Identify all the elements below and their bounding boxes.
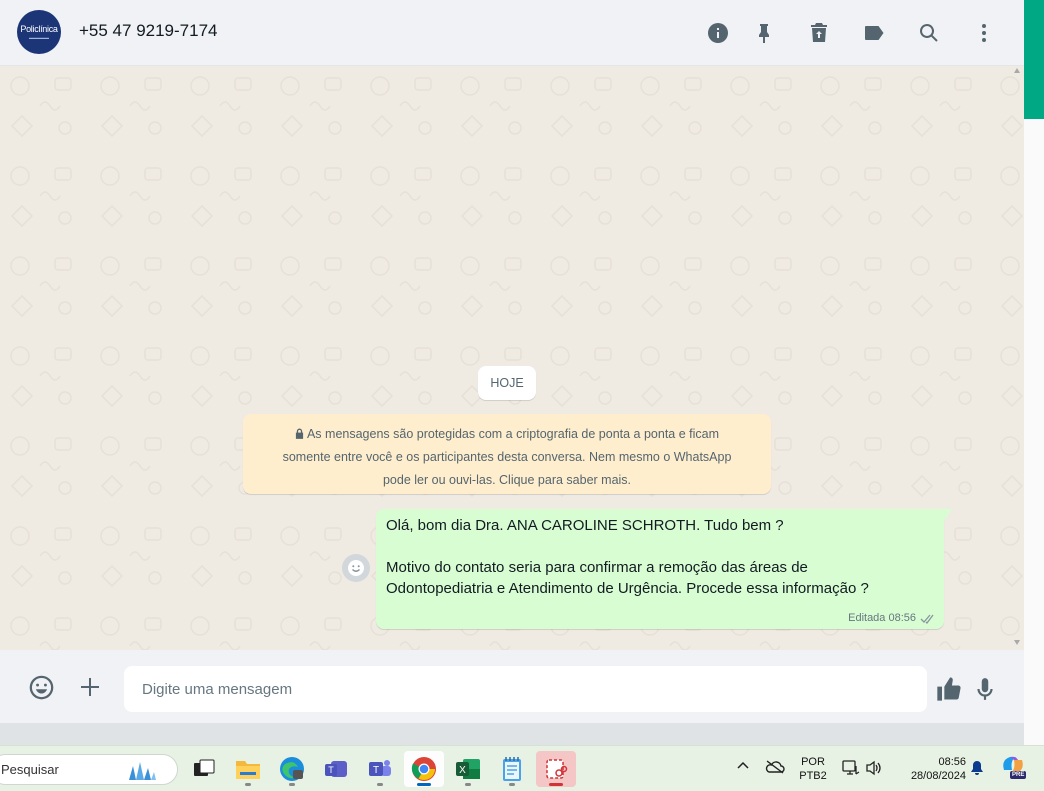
svg-text:T: T bbox=[373, 765, 379, 776]
onedrive-offline-icon[interactable] bbox=[765, 759, 785, 779]
message-text-line: Olá, bom dia Dra. ANA CAROLINE SCHROTH. … bbox=[386, 517, 784, 534]
teams-icon[interactable]: T bbox=[316, 751, 356, 787]
message-text-line: Motivo do contato seria para confirmar a… bbox=[386, 559, 808, 576]
thumbs-up-icon[interactable] bbox=[934, 675, 964, 703]
copilot-badge: PRE bbox=[1010, 771, 1027, 779]
encryption-notice-line: As mensagens são protegidas com a cripto… bbox=[257, 423, 757, 446]
contact-name[interactable]: +55 47 9219-7174 bbox=[79, 21, 218, 41]
delete-icon[interactable] bbox=[806, 20, 832, 46]
copilot-icon[interactable]: PRE bbox=[999, 754, 1027, 782]
excel-icon[interactable]: X bbox=[448, 751, 488, 787]
svg-text:T: T bbox=[328, 765, 334, 775]
scroll-down-arrow[interactable] bbox=[1014, 640, 1020, 645]
clock-time: 08:56 bbox=[938, 756, 966, 768]
clock-date: 28/08/2024 bbox=[910, 770, 966, 782]
svg-text:X: X bbox=[459, 765, 466, 776]
keyboard-layout: PTB2 bbox=[799, 770, 827, 782]
chrome-icon[interactable] bbox=[404, 751, 444, 787]
teams-classic-icon[interactable]: T bbox=[360, 751, 400, 787]
smiley-icon bbox=[348, 560, 364, 576]
menu-icon[interactable] bbox=[971, 20, 997, 46]
chat-window: Policlínica ▬▬▬▬▬ +55 47 9219-7174 HOJE … bbox=[0, 0, 1024, 723]
message-composer bbox=[0, 650, 1024, 723]
emoji-reaction-button[interactable] bbox=[342, 554, 370, 582]
notepad-icon[interactable] bbox=[492, 751, 532, 787]
plus-icon[interactable] bbox=[77, 674, 103, 700]
message-edited-time: Editada 08:56 bbox=[848, 612, 916, 624]
outgoing-message[interactable]: Olá, bom dia Dra. ANA CAROLINE SCHROTH. … bbox=[376, 509, 944, 629]
language-indicator[interactable]: POR PTB2 bbox=[796, 755, 830, 783]
chat-header: Policlínica ▬▬▬▬▬ +55 47 9219-7174 bbox=[0, 0, 1024, 66]
volume-icon[interactable] bbox=[865, 760, 883, 780]
double-check-icon bbox=[920, 614, 934, 624]
file-explorer-icon[interactable] bbox=[228, 751, 268, 787]
encryption-notice-line: somente entre você e os participantes de… bbox=[282, 450, 732, 464]
taskbar-search-placeholder: Pesquisar bbox=[1, 762, 59, 777]
search-icon[interactable] bbox=[916, 20, 942, 46]
taskbar-search[interactable]: Pesquisar bbox=[0, 754, 178, 785]
edge-icon[interactable] bbox=[272, 751, 312, 787]
lock-icon bbox=[295, 428, 304, 439]
task-view-icon[interactable] bbox=[184, 751, 224, 787]
pin-icon[interactable] bbox=[751, 20, 777, 46]
microphone-icon[interactable] bbox=[972, 675, 998, 703]
snipping-tool-icon[interactable] bbox=[536, 751, 576, 787]
encryption-notice-line: pode ler ou ouvi-las. Clique para saber … bbox=[382, 473, 632, 487]
notification-bell-icon[interactable] bbox=[969, 760, 985, 780]
message-input[interactable] bbox=[124, 666, 927, 712]
clock[interactable]: 08:56 28/08/2024 bbox=[896, 755, 966, 783]
language-code: POR bbox=[801, 756, 825, 768]
info-icon[interactable] bbox=[705, 20, 731, 46]
scroll-up-arrow[interactable] bbox=[1014, 68, 1020, 73]
search-highlight-icon bbox=[129, 762, 156, 780]
encryption-notice[interactable]: As mensagens são protegidas com a cripto… bbox=[243, 414, 771, 494]
label-icon[interactable] bbox=[861, 20, 887, 46]
chevron-up-icon[interactable] bbox=[736, 760, 750, 774]
bubble-tail bbox=[944, 509, 952, 521]
avatar-logo-text: Policlínica bbox=[20, 24, 58, 34]
message-meta: Editada 08:56 bbox=[848, 612, 936, 624]
date-divider: HOJE bbox=[478, 366, 536, 400]
windows-taskbar: Pesquisar T T X POR PTB2 08:56 28/08/202… bbox=[0, 745, 1044, 791]
message-text-line: Odontopediatria e Atendimento de Urgênci… bbox=[386, 580, 869, 597]
emoji-icon[interactable] bbox=[27, 673, 55, 701]
avatar-logo-underline: ▬▬▬▬▬ bbox=[29, 35, 49, 40]
contact-avatar[interactable]: Policlínica ▬▬▬▬▬ bbox=[17, 10, 61, 54]
network-icon[interactable] bbox=[842, 760, 860, 780]
side-panel-accent bbox=[1024, 0, 1044, 119]
